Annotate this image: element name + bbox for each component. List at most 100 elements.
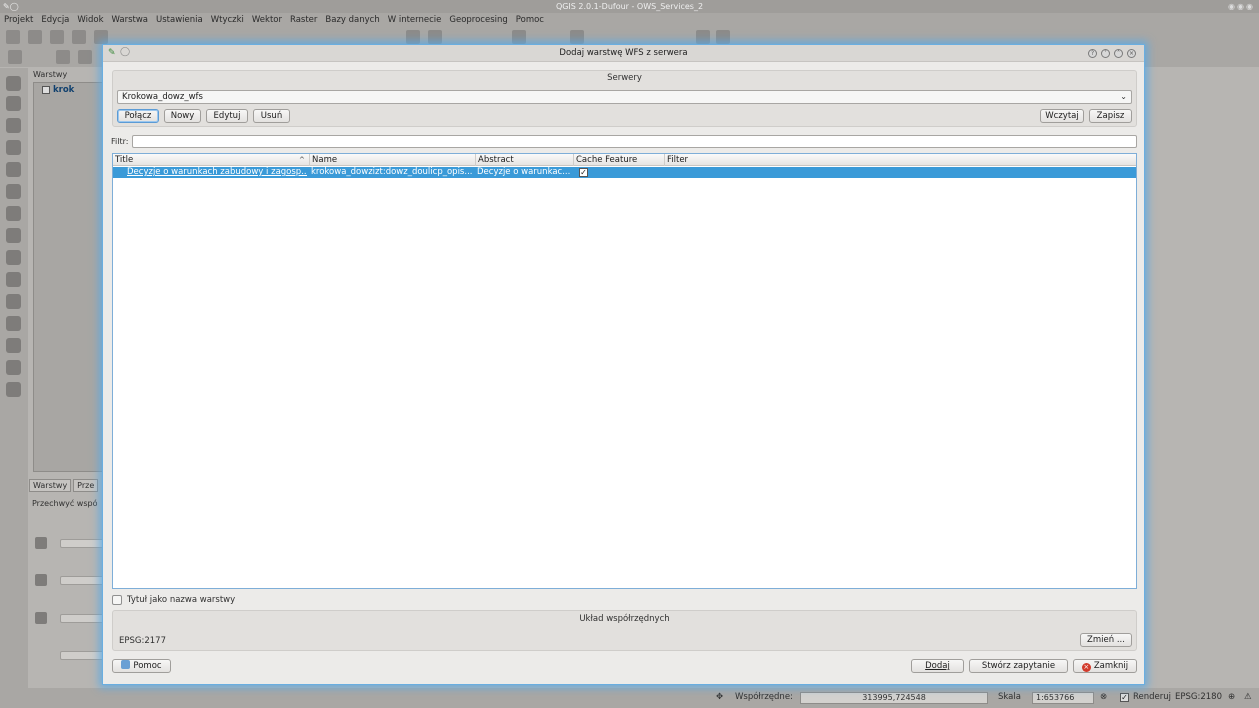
delete-connection-button[interactable]: Usuń (253, 109, 290, 123)
node-tool-icon[interactable] (78, 50, 92, 64)
whats-this-icon[interactable] (716, 30, 730, 44)
add-wcs-layer-icon[interactable] (6, 206, 21, 221)
map-layer-icon[interactable] (6, 382, 21, 397)
close-button[interactable]: × Zamknij (1073, 659, 1137, 673)
column-cache-feature[interactable]: Cache Feature (573, 154, 664, 166)
cell-abstract: Decyzje o warunkac... (477, 167, 571, 177)
new-layer-icon[interactable] (6, 272, 21, 287)
new-connection-button[interactable]: Nowy (164, 109, 201, 123)
add-vector-layer-icon[interactable] (6, 76, 21, 91)
close-icon: × (1081, 663, 1091, 672)
layer-tools-toolbar (0, 68, 28, 688)
render-checkbox[interactable]: ✓ (1120, 693, 1129, 702)
help-icon (121, 660, 131, 669)
filter-input[interactable] (132, 135, 1137, 148)
scale-label: Skala (998, 692, 1021, 702)
gps-icon[interactable] (35, 537, 47, 549)
new-project-icon[interactable] (6, 30, 20, 44)
grid-icon[interactable] (35, 574, 47, 586)
remove-layer-icon[interactable] (6, 294, 21, 309)
layers-tree[interactable]: krok (33, 82, 109, 472)
column-name[interactable]: Name (309, 154, 475, 166)
column-abstract[interactable]: Abstract (475, 154, 573, 166)
add-postgis-layer-icon[interactable] (6, 118, 21, 133)
chevron-down-icon: ⌄ (1120, 92, 1127, 101)
tab-warstwy[interactable]: Warstwy (29, 479, 72, 492)
save-as-icon[interactable] (72, 30, 86, 44)
close-window-icon[interactable]: × (1127, 49, 1136, 58)
minimize-icon[interactable]: ˅ (1101, 49, 1110, 58)
menu-projekt[interactable]: Projekt (4, 13, 33, 27)
print-composer-icon[interactable] (94, 30, 108, 44)
map-tips-icon[interactable] (696, 30, 710, 44)
layers-panel: Warstwy krok Warstwy Prze Przechwyć wspó (29, 68, 120, 688)
menu-geoprocesing[interactable]: Geoprocesing (449, 13, 507, 27)
messages-warning-icon[interactable]: ⚠ (1244, 692, 1252, 702)
load-connections-button[interactable]: Wczytaj (1040, 109, 1084, 123)
coordinates-label: Współrzędne: (735, 692, 793, 702)
menu-warstwa[interactable]: Warstwa (112, 13, 149, 27)
table-row[interactable]: Decyzje o warunkach zabudowy i zagosp...… (113, 167, 1136, 178)
add-wfs-layer-icon[interactable] (6, 228, 21, 243)
add-mssql-layer-icon[interactable] (6, 162, 21, 177)
help-button-label: Pomoc (133, 661, 162, 671)
window-controls-icon[interactable]: ◉◉◉ (1228, 0, 1255, 13)
title-as-layer-name-label[interactable]: Tytuł jako nazwa warstwy (127, 595, 235, 605)
server-connection-select[interactable]: Krokowa_dowz_wfs ⌄ (117, 90, 1132, 104)
add-layer-plus-icon[interactable] (6, 316, 21, 331)
connect-button[interactable]: Połącz (117, 109, 159, 123)
scale-combobox[interactable]: 1:653766 (1032, 692, 1094, 704)
menu-edycja[interactable]: Edycja (41, 13, 69, 27)
coordinate-toggle-icon[interactable]: ✥ (716, 692, 723, 702)
add-raster-layer-icon[interactable] (6, 96, 21, 111)
maximize-icon[interactable]: ˄ (1114, 49, 1123, 58)
coordinates-field[interactable]: 313995,724548 (800, 692, 988, 704)
menu-widok[interactable]: Widok (77, 13, 103, 27)
edit-pencil-icon[interactable] (8, 50, 22, 64)
cell-title: Decyzje o warunkach zabudowy i zagosp... (127, 167, 307, 177)
select-icon[interactable] (428, 30, 442, 44)
add-delimited-text-icon[interactable] (6, 250, 21, 265)
context-help-icon[interactable]: ? (1088, 49, 1097, 58)
change-crs-button[interactable]: Zmień ... (1080, 633, 1132, 647)
save-edits-icon[interactable] (56, 50, 70, 64)
help-button[interactable]: Pomoc (112, 659, 171, 673)
dialog-titlebar[interactable]: ✎ ◯ Dodaj warstwę WFS z serwera ? ˅ ˄ × (103, 45, 1144, 62)
open-project-icon[interactable] (28, 30, 42, 44)
menu-w-internecie[interactable]: W internecie (388, 13, 442, 27)
measure-icon[interactable] (512, 30, 526, 44)
crs-value: EPSG:2177 (119, 636, 166, 646)
edit-connection-button[interactable]: Edytuj (206, 109, 248, 123)
render-label: Renderuj (1133, 692, 1172, 702)
column-title[interactable]: Title (113, 154, 309, 166)
save-connections-button[interactable]: Zapisz (1089, 109, 1132, 123)
ruler-icon[interactable] (570, 30, 584, 44)
crs-globe-icon[interactable]: ⊕ (1228, 692, 1235, 702)
virtual-layer-icon[interactable] (6, 360, 21, 375)
add-spatialite-layer-icon[interactable] (6, 140, 21, 155)
add-wms-layer-icon[interactable] (6, 184, 21, 199)
snapping-label: Przechwyć wspó (32, 499, 98, 508)
column-filter[interactable]: Filter (664, 154, 1136, 166)
menu-bazy-danych[interactable]: Bazy danych (325, 13, 379, 27)
save-project-icon[interactable] (50, 30, 64, 44)
menu-wektor[interactable]: Wektor (252, 13, 282, 27)
menu-ustawienia[interactable]: Ustawienia (156, 13, 203, 27)
stop-render-icon[interactable]: ⊗ (1100, 692, 1107, 702)
title-as-layer-name-checkbox[interactable] (112, 595, 122, 605)
menu-raster[interactable]: Raster (290, 13, 317, 27)
identify-icon[interactable] (406, 30, 420, 44)
wfs-layer-table[interactable]: Title ^ Name Abstract Cache Feature Filt… (112, 153, 1137, 589)
menu-wtyczki[interactable]: Wtyczki (211, 13, 244, 27)
add-button[interactable]: Dodaj (911, 659, 964, 673)
crs-status-label[interactable]: EPSG:2180 (1175, 692, 1222, 702)
crs-status-icon[interactable] (35, 612, 47, 624)
menu-pomoc[interactable]: Pomoc (516, 13, 544, 27)
cache-feature-checkbox[interactable]: ✓ (579, 168, 588, 177)
tab-przegladarka[interactable]: Prze (73, 479, 99, 492)
build-query-button[interactable]: Stwórz zapytanie (969, 659, 1068, 673)
layer-visibility-checkbox[interactable] (42, 85, 50, 94)
layer-tree-item[interactable]: krok (42, 85, 74, 95)
oracle-layer-icon[interactable] (6, 338, 21, 353)
cell-filter[interactable] (666, 167, 866, 178)
